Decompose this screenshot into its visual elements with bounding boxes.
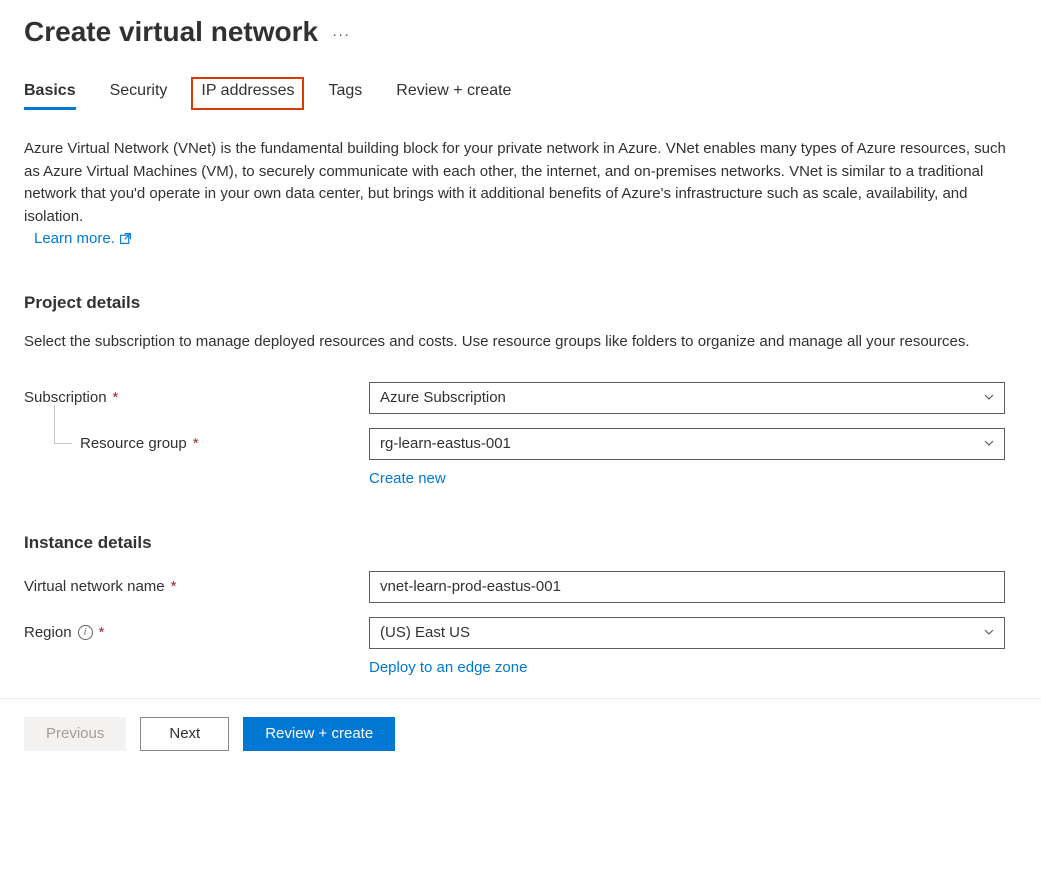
required-mark: * (193, 435, 199, 452)
region-label-text: Region (24, 624, 72, 641)
required-mark: * (113, 389, 119, 406)
tree-line (54, 443, 72, 444)
tab-security[interactable]: Security (110, 82, 168, 108)
learn-more-link[interactable]: Learn more. (34, 230, 132, 247)
subscription-select[interactable] (369, 382, 1005, 414)
footer-actions: Previous Next Review + create (0, 698, 1041, 769)
more-icon[interactable]: ··· (332, 26, 350, 43)
tab-review-create[interactable]: Review + create (396, 82, 511, 108)
tab-basics[interactable]: Basics (24, 82, 76, 108)
external-link-icon (119, 232, 132, 245)
subscription-label: Subscription * (24, 389, 369, 406)
tree-line (54, 405, 55, 443)
required-mark: * (171, 578, 177, 595)
project-details-description: Select the subscription to manage deploy… (24, 331, 1017, 354)
instance-details-heading: Instance details (24, 533, 1017, 553)
deploy-edge-zone-link[interactable]: Deploy to an edge zone (369, 659, 527, 676)
learn-more-label: Learn more. (34, 230, 115, 247)
tabs-nav: Basics Security IP addresses Tags Review… (24, 82, 1017, 108)
required-mark: * (99, 624, 105, 641)
create-new-link[interactable]: Create new (369, 470, 446, 487)
region-select[interactable] (369, 617, 1005, 649)
subscription-label-text: Subscription (24, 389, 107, 406)
tab-tags[interactable]: Tags (328, 82, 362, 108)
region-label: Region i * (24, 624, 369, 641)
intro-description: Azure Virtual Network (VNet) is the fund… (24, 138, 1017, 228)
vnet-name-label-text: Virtual network name (24, 578, 165, 595)
previous-button: Previous (24, 717, 126, 751)
resource-group-select[interactable] (369, 428, 1005, 460)
vnet-name-input[interactable] (369, 571, 1005, 603)
resource-group-label: Resource group * (24, 435, 369, 452)
page-title: Create virtual network (24, 16, 318, 48)
vnet-name-label: Virtual network name * (24, 578, 369, 595)
info-icon[interactable]: i (78, 625, 93, 640)
next-button[interactable]: Next (140, 717, 229, 751)
project-details-heading: Project details (24, 293, 1017, 313)
tab-ip-addresses[interactable]: IP addresses (191, 77, 304, 110)
review-create-button[interactable]: Review + create (243, 717, 395, 751)
resource-group-label-text: Resource group (80, 435, 187, 452)
